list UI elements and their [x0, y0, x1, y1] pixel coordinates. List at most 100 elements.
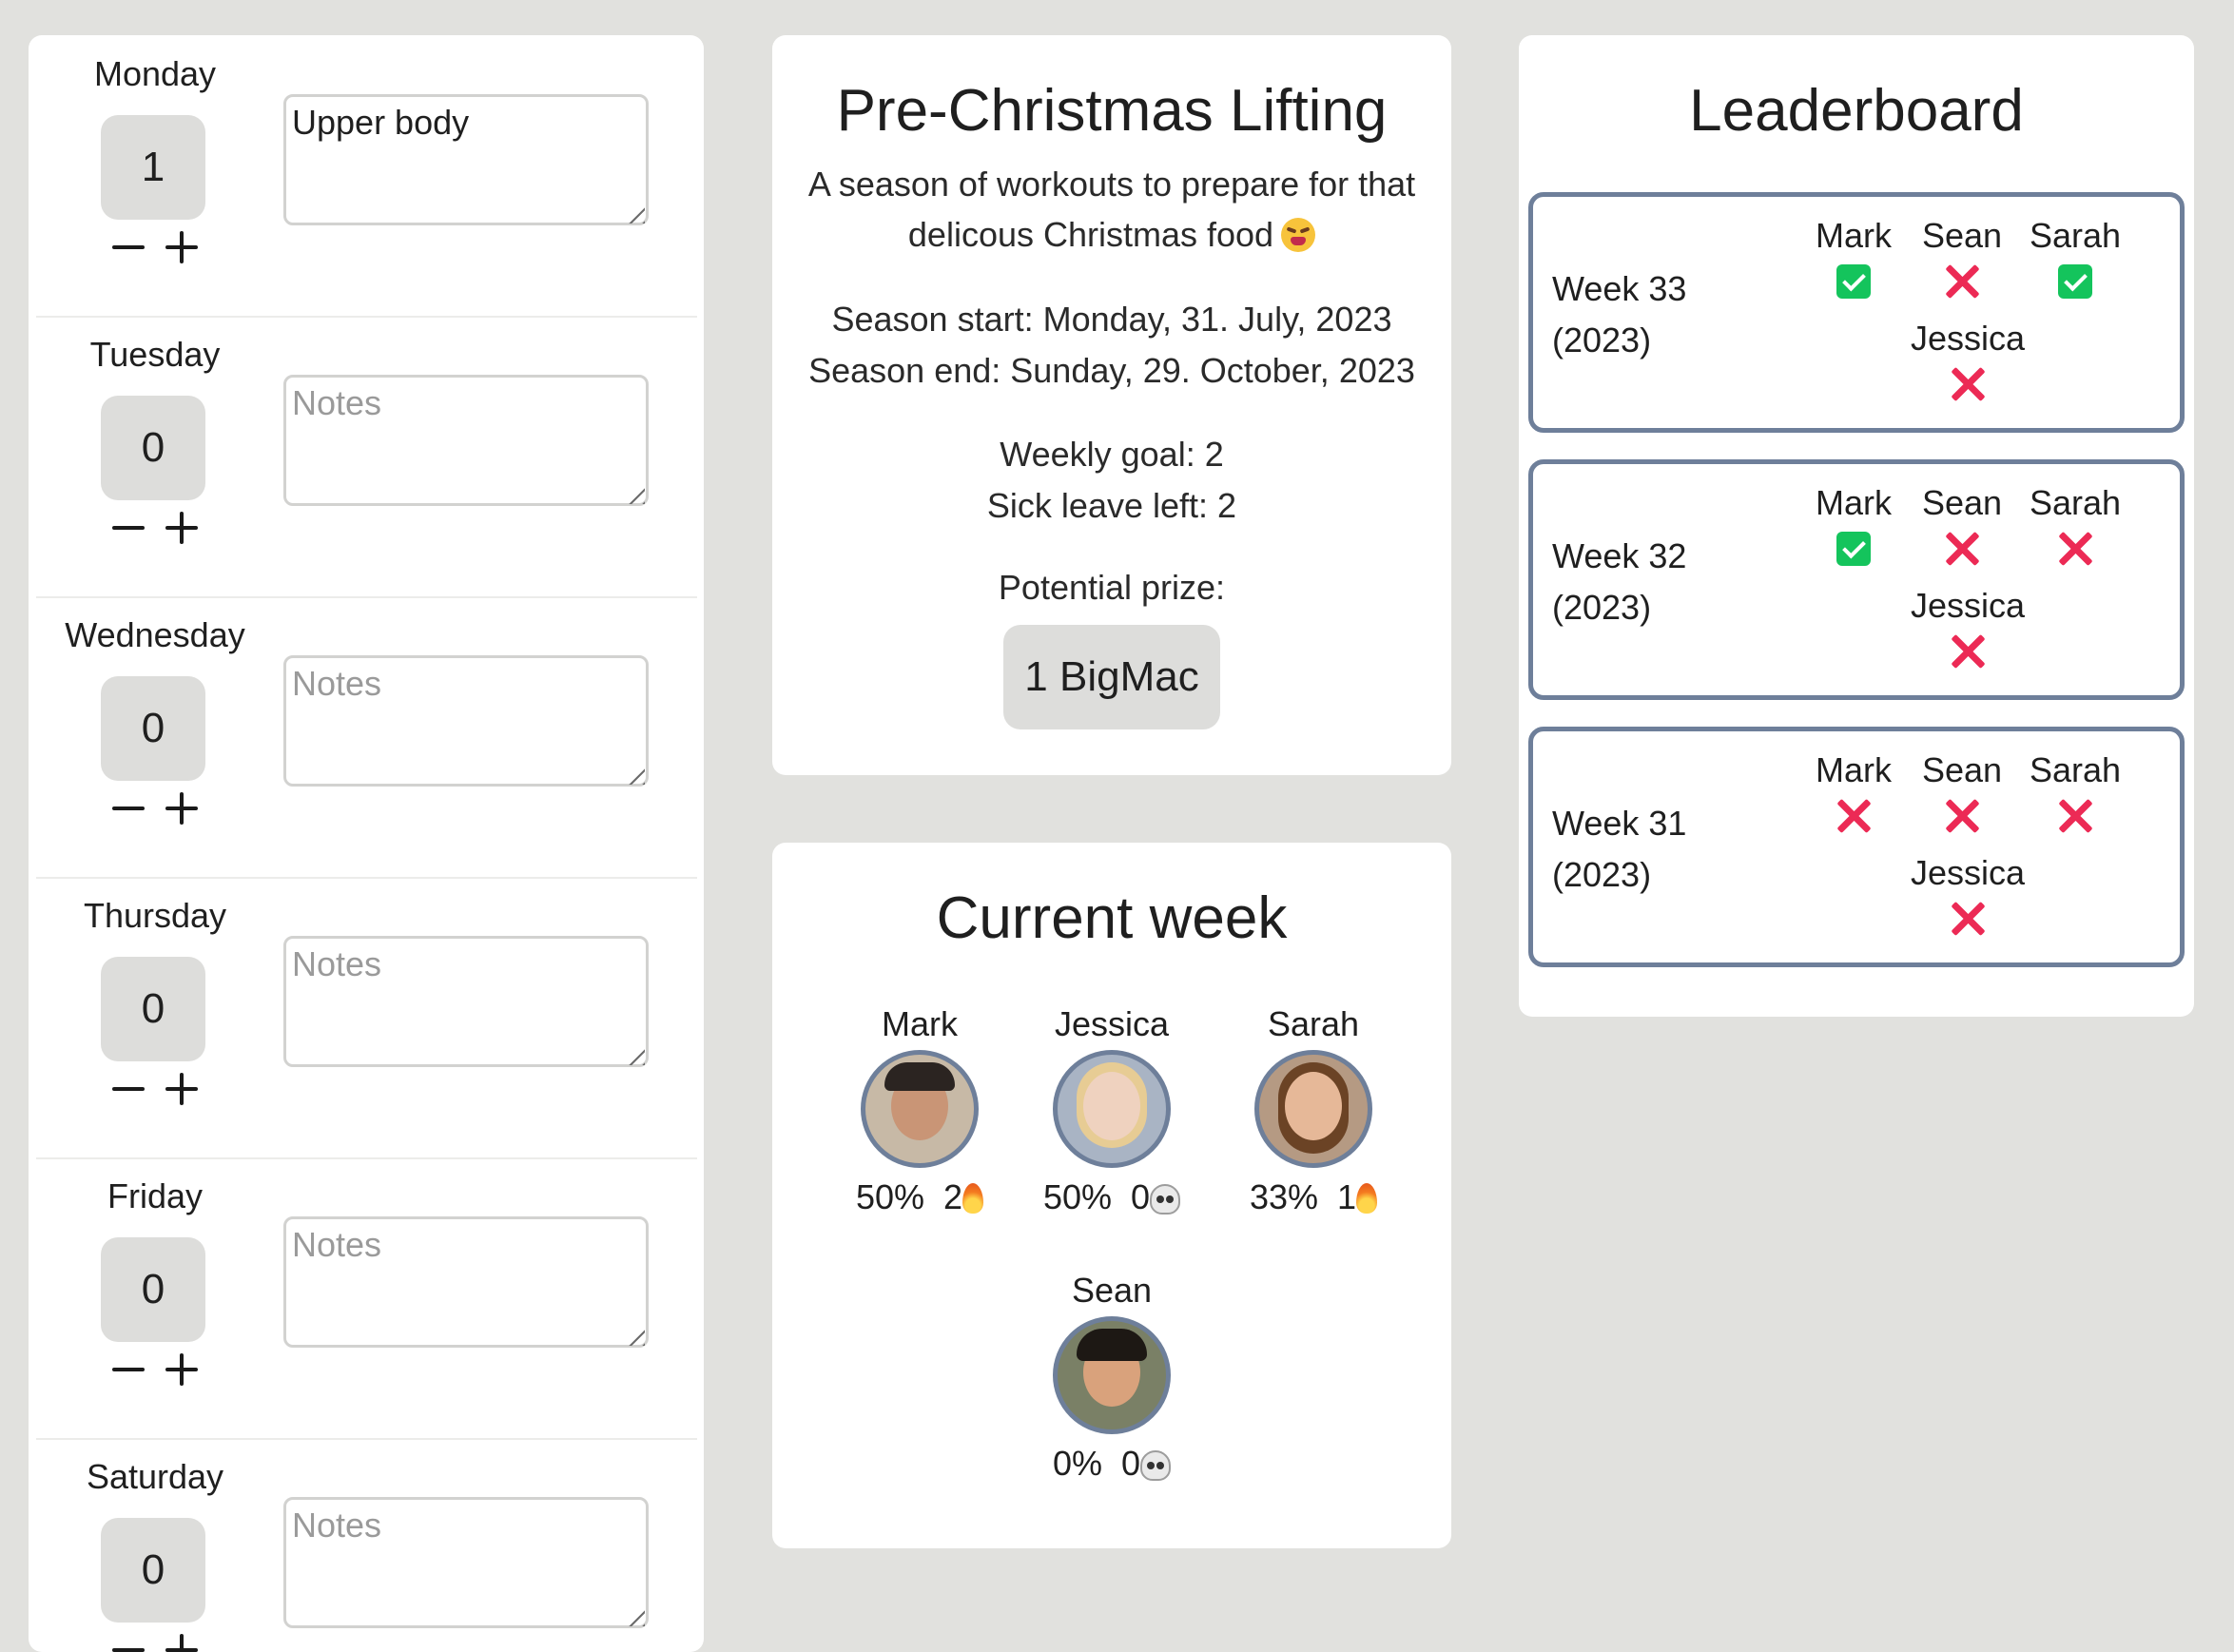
- leaderboard-panel: Leaderboard Week 33 (2023) Mark Sean Sar…: [1519, 35, 2194, 1017]
- notes-field[interactable]: [283, 375, 649, 506]
- result-sarah: Sarah: [2018, 216, 2132, 307]
- decrement-button[interactable]: [105, 224, 152, 271]
- cross-icon: [1943, 262, 1981, 301]
- week-year: (2023): [1552, 321, 1652, 360]
- member-card-sean[interactable]: Sean 0% 0: [1007, 1271, 1216, 1484]
- weekly-goal-value: 2: [1204, 435, 1224, 474]
- participant-name: Jessica: [1911, 586, 2026, 625]
- season-description: A season of workouts to prepare for that…: [801, 159, 1423, 260]
- day-name: Friday: [107, 1176, 204, 1215]
- member-stats: 50% 2: [815, 1177, 1024, 1217]
- member-card-jessica[interactable]: Jessica 50% 0: [1007, 1004, 1216, 1217]
- completion-percent: 50%: [1042, 1177, 1112, 1216]
- notes-field[interactable]: [283, 1216, 649, 1348]
- cross-icon: [1949, 900, 1987, 938]
- prize-button[interactable]: 1 BigMac: [1003, 625, 1220, 729]
- week-label: Week 31 (2023): [1552, 798, 1723, 901]
- streak-count: 0: [1131, 1177, 1151, 1216]
- week-year: (2023): [1552, 855, 1652, 894]
- check-icon: [2058, 264, 2092, 299]
- week-number: Week 33: [1552, 269, 1687, 308]
- avatar: [861, 1050, 979, 1168]
- participant-name: Sarah: [2029, 216, 2122, 255]
- result-sarah: Sarah: [2018, 483, 2132, 574]
- notes-field[interactable]: [283, 655, 649, 787]
- current-week-title: Current week: [936, 885, 1288, 951]
- avatar: [1053, 1316, 1171, 1434]
- hair: [1077, 1329, 1147, 1361]
- decrement-button[interactable]: [105, 1626, 152, 1652]
- result-jessica: Jessica: [1911, 586, 2025, 677]
- member-card-mark[interactable]: Mark 50% 2: [815, 1004, 1024, 1217]
- decrement-button[interactable]: [105, 1065, 152, 1113]
- leaderboard-week-32[interactable]: Week 32 (2023) Mark Sean Sarah Jessica: [1528, 459, 2185, 700]
- day-row-tuesday: Tuesday 0: [36, 316, 697, 598]
- workout-count: 0: [101, 1518, 205, 1623]
- flame-icon: [962, 1183, 984, 1214]
- decrement-button[interactable]: [105, 1346, 152, 1393]
- season-start: Season start: Monday, 31. July, 2023: [831, 300, 1392, 339]
- participant-name: Mark: [1816, 216, 1892, 255]
- result-mark: Mark: [1797, 216, 1911, 307]
- day-row-wednesday: Wednesday 0: [36, 596, 697, 879]
- notes-field[interactable]: [283, 1497, 649, 1628]
- weekly-goal: Weekly goal: 2: [772, 429, 1451, 480]
- check-icon: [1836, 264, 1871, 299]
- leaderboard-title: Leaderboard: [1689, 78, 2024, 144]
- increment-button[interactable]: [158, 1346, 205, 1393]
- member-name: Sean: [1071, 1271, 1153, 1310]
- workout-count: 0: [101, 396, 205, 500]
- season-description-text: A season of workouts to prepare for that…: [807, 165, 1416, 254]
- notes-field[interactable]: [283, 94, 649, 225]
- cross-icon: [1835, 797, 1873, 835]
- member-card-sarah[interactable]: Sarah 33% 1: [1209, 1004, 1418, 1217]
- increment-button[interactable]: [158, 224, 205, 271]
- season-panel: Pre-Christmas Lifting A season of workou…: [772, 35, 1451, 775]
- participant-name: Sarah: [2029, 750, 2122, 789]
- week-number: Week 31: [1552, 804, 1687, 843]
- participant-name: Sean: [1921, 750, 2003, 789]
- day-name: Wednesday: [65, 615, 245, 654]
- increment-button[interactable]: [158, 504, 205, 552]
- leaderboard-week-33[interactable]: Week 33 (2023) Mark Sean Sarah Jessica: [1528, 192, 2185, 433]
- sick-leave-value: 2: [1217, 486, 1237, 525]
- day-name: Monday: [93, 54, 217, 93]
- face: [1285, 1072, 1342, 1140]
- member-name: Jessica: [1054, 1004, 1170, 1043]
- skull-icon: [1140, 1450, 1172, 1481]
- day-row-saturday: Saturday 0: [36, 1438, 697, 1652]
- day-name: Thursday: [83, 896, 227, 935]
- decrement-button[interactable]: [105, 785, 152, 832]
- completion-percent: 0%: [1052, 1444, 1102, 1483]
- leaderboard-week-31[interactable]: Week 31 (2023) Mark Sean Sarah Jessica: [1528, 727, 2185, 967]
- cross-icon: [2056, 797, 2094, 835]
- avatar: [1053, 1050, 1171, 1168]
- season-dates: Season start: Monday, 31. July, 2023 Sea…: [772, 294, 1451, 397]
- sick-leave-label: Sick leave left:: [986, 486, 1218, 525]
- season-end: Season end: Sunday, 29. October, 2023: [808, 351, 1415, 390]
- result-sarah: Sarah: [2018, 750, 2132, 842]
- cross-icon: [1943, 797, 1981, 835]
- increment-button[interactable]: [158, 1626, 205, 1652]
- increment-button[interactable]: [158, 1065, 205, 1113]
- day-name: Tuesday: [89, 335, 221, 374]
- season-goals: Weekly goal: 2 Sick leave left: 2: [772, 429, 1451, 532]
- decrement-button[interactable]: [105, 504, 152, 552]
- participant-name: Jessica: [1911, 853, 2026, 892]
- week-number: Week 32: [1552, 536, 1687, 575]
- notes-field[interactable]: [283, 936, 649, 1067]
- member-stats: 33% 1: [1209, 1177, 1418, 1217]
- face: [1083, 1072, 1140, 1140]
- result-sean: Sean: [1905, 483, 2019, 574]
- prize-label: Potential prize:: [998, 568, 1226, 607]
- day-row-thursday: Thursday 0: [36, 877, 697, 1159]
- completion-percent: 50%: [855, 1177, 924, 1216]
- day-row-friday: Friday 0: [36, 1157, 697, 1440]
- days-panel: Monday 1 Tuesday 0 Wednesday 0 Thursday …: [29, 35, 704, 1652]
- check-icon: [1836, 532, 1871, 566]
- day-name: Saturday: [86, 1457, 224, 1496]
- member-stats: 0% 0: [1007, 1444, 1216, 1484]
- increment-button[interactable]: [158, 785, 205, 832]
- sick-leave: Sick leave left: 2: [772, 480, 1451, 532]
- workout-count: 0: [101, 1237, 205, 1342]
